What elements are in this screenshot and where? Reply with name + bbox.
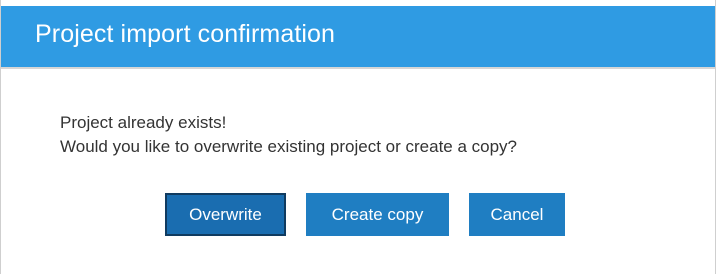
message-line-question: Would you like to overwrite existing pro… bbox=[60, 137, 518, 156]
cancel-button[interactable]: Cancel bbox=[469, 193, 565, 236]
create-copy-button[interactable]: Create copy bbox=[306, 193, 449, 236]
dialog-button-row: Overwrite Create copy Cancel bbox=[1, 193, 715, 236]
dialog-message: Project already exists! Would you like t… bbox=[60, 111, 517, 159]
message-line-exists: Project already exists! bbox=[60, 113, 227, 132]
dialog-title-bar: Project import confirmation bbox=[1, 6, 715, 69]
project-import-confirmation-dialog: Project import confirmation Project alre… bbox=[0, 0, 716, 274]
dialog-title: Project import confirmation bbox=[35, 20, 336, 48]
overwrite-button[interactable]: Overwrite bbox=[165, 193, 286, 236]
